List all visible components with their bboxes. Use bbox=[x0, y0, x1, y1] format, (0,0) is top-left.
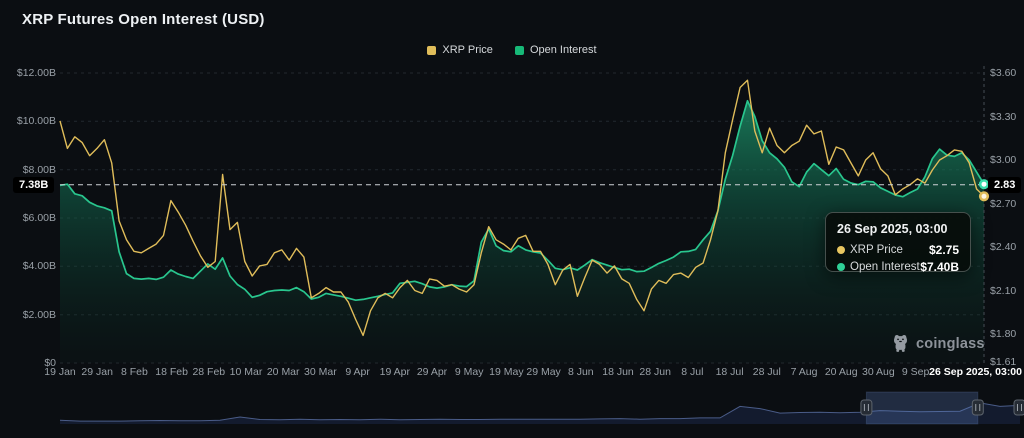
tooltip-label: Open Interest bbox=[850, 261, 920, 273]
open-interest-dot-icon bbox=[837, 263, 845, 271]
tooltip-row-open-interest: Open Interest $7.40B bbox=[837, 260, 959, 274]
watermark-label: coinglass bbox=[916, 335, 985, 352]
x-axis-tick: 7 Aug bbox=[790, 366, 818, 378]
x-axis-tick: 28 Jun bbox=[639, 366, 671, 378]
x-axis-tick: 28 Jul bbox=[752, 366, 781, 378]
x-axis-tick: 8 Jun bbox=[567, 366, 594, 378]
x-axis-tick: 29 Apr bbox=[416, 366, 448, 378]
tooltip-value: $2.75 bbox=[928, 243, 959, 257]
x-axis-tick: 18 Feb bbox=[155, 366, 188, 378]
current-price-label: 2.83 bbox=[988, 176, 1022, 193]
x-axis-tick: 18 Jun bbox=[602, 366, 634, 378]
tooltip-row-price: XRP Price $2.75 bbox=[837, 243, 959, 257]
x-axis-tick: 19 May bbox=[489, 366, 524, 378]
x-axis-tick: 29 May bbox=[526, 366, 561, 378]
coinglass-bear-icon bbox=[894, 335, 907, 352]
tooltip-label: XRP Price bbox=[850, 244, 903, 256]
x-axis-tick: 19 Apr bbox=[379, 366, 410, 378]
chart-tooltip: 26 Sep 2025, 03:00 XRP Price $2.75 Open … bbox=[825, 212, 971, 274]
crosshair-date-label: 26 Sep 2025, 03:00 bbox=[929, 366, 1022, 378]
x-axis-tick: 8 Feb bbox=[120, 366, 148, 378]
price-dot-icon bbox=[837, 246, 845, 254]
coinglass-watermark: coinglass bbox=[891, 334, 985, 353]
x-axis-tick: 30 Mar bbox=[304, 366, 337, 378]
x-axis-tick: 8 Jul bbox=[681, 366, 704, 378]
x-axis-tick: 18 Jul bbox=[715, 366, 744, 378]
x-axis-tick: 30 Aug bbox=[862, 366, 895, 378]
x-axis-tick: 9 May bbox=[454, 366, 484, 378]
x-axis-tick: 10 Mar bbox=[229, 366, 263, 378]
x-axis-tick: 29 Jan bbox=[81, 366, 113, 378]
x-axis-tick: 20 Aug bbox=[824, 366, 858, 378]
x-axis-tick: 20 Mar bbox=[266, 366, 300, 378]
x-axis-tick: 9 Apr bbox=[345, 366, 370, 378]
tooltip-header: 26 Sep 2025, 03:00 bbox=[837, 222, 948, 236]
x-axis-tick: 28 Feb bbox=[192, 366, 226, 378]
x-axis-tick: 19 Jan bbox=[44, 366, 76, 378]
x-axis-tick: 9 Sep bbox=[901, 366, 930, 378]
current-open-interest-label: 7.38B bbox=[13, 176, 55, 193]
tooltip-value: $7.40B bbox=[920, 260, 959, 274]
